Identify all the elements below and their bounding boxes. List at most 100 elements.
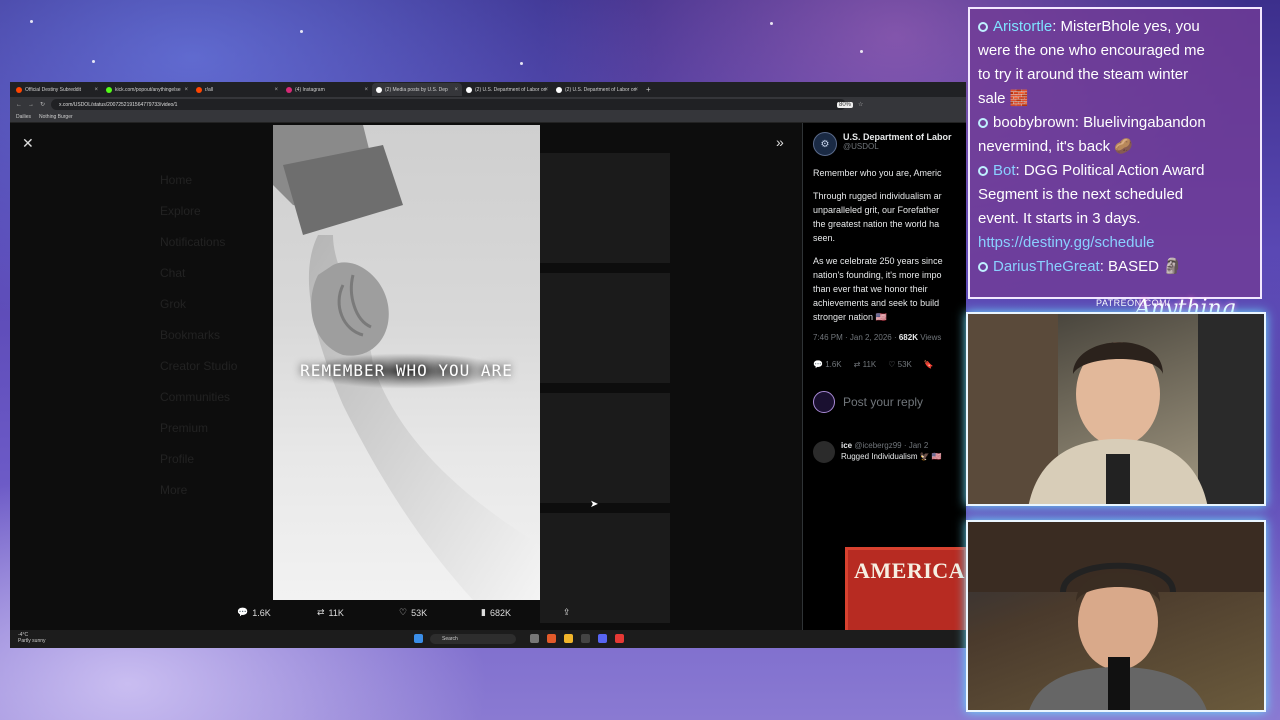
windows-start-icon[interactable] (414, 634, 423, 643)
chat-badge-icon (978, 166, 988, 177)
tab-favicon (286, 86, 292, 93)
repost-count: 11K (328, 607, 344, 618)
like-stat[interactable]: ♡ 53K (888, 360, 912, 369)
ghost-media-thumb (540, 273, 670, 383)
share-button[interactable]: ⇪ (563, 607, 571, 618)
repost-stat[interactable]: ⇄ 11K (854, 360, 877, 369)
forward-icon[interactable]: → (28, 102, 34, 108)
folder-icon[interactable] (564, 634, 573, 643)
chat-text: : Bluelivingabandon (1074, 114, 1206, 131)
tab-label: r/all (205, 86, 214, 93)
chat-text: : DGG Political Action Award (1015, 162, 1205, 179)
discord-icon[interactable] (598, 634, 607, 643)
ghost-nav-item: Notifications (160, 235, 226, 249)
star-icon[interactable]: ☆ (858, 101, 863, 108)
chat-message: boobybrown: Bluelivingabandon (978, 111, 1252, 135)
comment-icon: 💬 (237, 607, 249, 617)
like-button[interactable]: ♡ 53K (399, 607, 427, 618)
views-count: 682K (898, 333, 918, 342)
avatar[interactable]: ⚙ (813, 132, 837, 156)
views-button[interactable]: ▮ 682K (481, 607, 511, 618)
tab[interactable]: (4) Instagram × (282, 83, 372, 96)
reply-stat[interactable]: 💬 1.6K (813, 360, 842, 369)
tab-label: kick.com/popout/anythingelse (115, 86, 181, 93)
ghost-media-thumb (540, 513, 670, 623)
firefox-icon[interactable] (547, 634, 556, 643)
tab[interactable]: Official Destiny Subreddit × (12, 83, 102, 96)
reply-image[interactable]: AMERICA (845, 547, 966, 630)
background-star (860, 50, 863, 53)
close-icon[interactable]: ✕ (22, 135, 34, 152)
app-icon[interactable] (581, 634, 590, 643)
new-tab-icon[interactable]: + (646, 85, 651, 94)
reload-icon[interactable]: ↻ (40, 101, 45, 108)
author-handle[interactable]: @USDOL (843, 142, 952, 151)
webcam-host (966, 312, 1266, 506)
repost-button[interactable]: ⇄ 11K (317, 607, 344, 618)
close-icon[interactable]: × (454, 87, 458, 93)
chat-text: to try it around the steam winter (978, 66, 1189, 83)
x-media-viewer: Home Explore Notifications Chat Grok Boo… (10, 123, 966, 630)
tweet-line: nation's founding, it's more impo (813, 270, 942, 280)
chat-message: Aristortle: MisterBhole yes, you (978, 15, 1252, 39)
tweet-line: unparalleled grit, our Forefather (813, 205, 940, 215)
reply-text: Rugged Individualism 🦅 🇺🇸 (841, 452, 942, 461)
chat-text: nevermind, it's back 🥔 (978, 138, 1133, 155)
tab[interactable]: (2) U.S. Department of Labor on × (552, 83, 642, 96)
video-player[interactable]: REMEMBER WHO YOU ARE (273, 125, 540, 600)
close-icon[interactable]: × (544, 87, 548, 93)
tab-favicon (196, 86, 202, 93)
reply-tweet[interactable]: ice @icebergz99 · Jan 2 Rugged Individua… (813, 441, 966, 463)
bookmark-dailies[interactable]: Dailies (16, 114, 31, 120)
url-field[interactable]: x.com/USDOL/status/2007252191564779733/v… (51, 99, 846, 110)
weather-text: Partly sunny (18, 638, 46, 644)
tweet-line: achievements and seek to build (813, 298, 940, 308)
tab[interactable]: (2) U.S. Department of Labor on × (462, 83, 552, 96)
chat-message: DariusTheGreat: BASED 🗿 (978, 255, 1252, 279)
tab-label: (2) U.S. Department of Labor on (565, 86, 637, 93)
close-icon[interactable]: × (364, 87, 368, 93)
back-icon[interactable]: ← (16, 102, 22, 108)
reply-button[interactable]: 💬 1.6K (237, 607, 271, 618)
bookmark-nothing-burger[interactable]: Nothing Burger (39, 114, 73, 120)
tab-active[interactable]: (2) Media posts by U.S. Dep × (372, 83, 462, 96)
expand-icon[interactable]: » (776, 134, 784, 150)
close-icon[interactable]: × (274, 87, 278, 93)
close-icon[interactable]: × (94, 87, 98, 93)
bookmark-icon[interactable]: 🔖 (924, 360, 934, 369)
tweet-line: stronger nation 🇺🇸 (813, 312, 887, 322)
background-star (300, 30, 303, 33)
close-icon[interactable]: × (634, 87, 638, 93)
task-view-icon[interactable] (530, 634, 539, 643)
chat-link[interactable]: https://destiny.gg/schedule (978, 231, 1252, 255)
tweet-line: Through rugged individualism ar (813, 191, 942, 201)
tweet-line: the greatest nation the world ha (813, 219, 940, 229)
webcam-guest (966, 520, 1266, 712)
tab[interactable]: r/all × (192, 83, 282, 96)
tweet-line: seen. (813, 233, 836, 243)
tweet-line: than ever that we honor their (813, 284, 928, 294)
reply-composer[interactable]: Post your reply (813, 391, 966, 413)
webcam-person-image (968, 314, 1264, 504)
repost-icon: ⇄ (317, 607, 325, 617)
tab-favicon (16, 86, 22, 93)
close-icon[interactable]: × (184, 87, 188, 93)
address-bar: ← → ↻ x.com/USDOL/status/200725219156477… (10, 97, 966, 112)
bookmarks-bar: Dailies Nothing Burger (10, 112, 966, 123)
zoom-indicator[interactable]: 80% (837, 101, 854, 108)
x-logo-icon (556, 86, 562, 93)
views-label: Views (920, 333, 942, 342)
tweet-line: Remember who you are, Americ (813, 168, 942, 178)
obs-icon[interactable] (615, 634, 624, 643)
weather-widget[interactable]: -4°C Partly sunny (18, 632, 46, 644)
like-count: 53K (411, 607, 428, 618)
reply-author: ice (841, 441, 853, 450)
tab[interactable]: kick.com/popout/anythingelse × (102, 83, 192, 96)
taskbar-search[interactable]: Search (430, 634, 516, 644)
view-count: 682K (489, 607, 511, 618)
author-name[interactable]: U.S. Department of Labor (843, 132, 952, 142)
tweet-timestamp[interactable]: 7:46 PM · Jan 2, 2026 · 682K Views (813, 333, 966, 342)
webcam-person-image (968, 522, 1264, 710)
taskbar-apps (530, 634, 624, 643)
ghost-nav-item: Chat (160, 266, 186, 280)
